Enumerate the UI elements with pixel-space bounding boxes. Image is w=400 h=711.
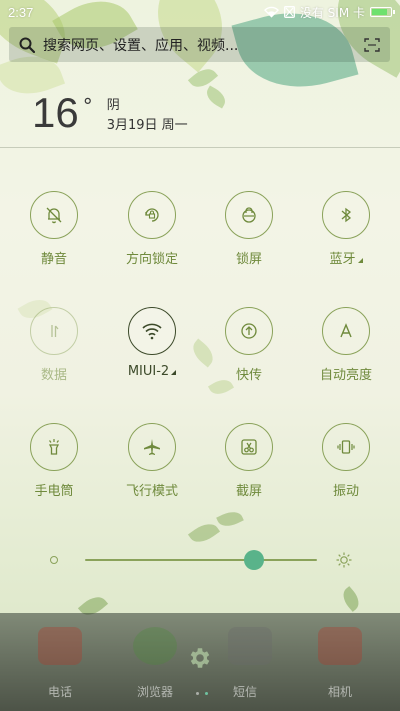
- upload-icon: [225, 307, 273, 355]
- toggle-quick-transfer[interactable]: 快传: [204, 307, 294, 383]
- toggle-flashlight[interactable]: 手电筒: [9, 423, 99, 499]
- dock-app-messages[interactable]: 短信: [200, 683, 290, 700]
- toggle-label: 飞行模式: [125, 484, 178, 499]
- vibrate-icon: [322, 423, 370, 471]
- toggle-screenshot[interactable]: 截屏: [204, 423, 294, 499]
- dock-app-browser[interactable]: 浏览器: [110, 683, 200, 700]
- toggle-silent[interactable]: 静音: [9, 191, 99, 267]
- browser-icon: [133, 627, 177, 665]
- toggle-label: 手电筒: [34, 484, 74, 499]
- toggle-label: 自动亮度: [319, 368, 372, 383]
- page-dot-active: [205, 692, 208, 695]
- sim-icon: [283, 6, 295, 18]
- screenshot-icon: [225, 423, 273, 471]
- expand-indicator-icon: [357, 258, 363, 263]
- toggle-label-text: MIUI-2: [127, 364, 170, 379]
- toggle-label: 方向锁定: [125, 252, 178, 267]
- camera-icon: [318, 627, 362, 665]
- toggle-label: 锁屏: [235, 252, 262, 267]
- toggle-bluetooth[interactable]: 蓝牙: [301, 191, 391, 267]
- temperature: 16: [32, 89, 79, 136]
- toggle-label: 数据: [40, 368, 67, 383]
- toggle-label-text: 蓝牙: [329, 252, 356, 267]
- wifi-icon: [128, 307, 176, 355]
- search-icon: [19, 37, 35, 53]
- brightness-high-icon: [336, 552, 352, 568]
- toggle-label: 静音: [40, 252, 67, 267]
- degree-symbol: °: [82, 94, 93, 118]
- page-indicator: [196, 692, 208, 695]
- messages-icon: [228, 627, 272, 665]
- toggle-wifi[interactable]: MIUI-2: [107, 307, 197, 379]
- status-bar: 2:37 没有 SIM 卡: [0, 0, 400, 24]
- search-input[interactable]: 搜索网页、设置、应用、视频...: [43, 35, 364, 55]
- toggle-label: 截屏: [235, 484, 262, 499]
- phone-icon: [38, 627, 82, 665]
- bell-off-icon: [30, 191, 78, 239]
- search-bar[interactable]: 搜索网页、设置、应用、视频...: [9, 27, 390, 62]
- battery-icon: [370, 7, 395, 17]
- wifi-icon: [263, 6, 279, 18]
- weather-date: 3月19日 周一: [106, 118, 188, 133]
- carrier-text: 没有 SIM 卡: [299, 5, 365, 20]
- toggle-label: 振动: [332, 484, 359, 499]
- expand-indicator-icon: [171, 370, 177, 375]
- flashlight-icon: [30, 423, 78, 471]
- header-divider: [0, 147, 400, 148]
- data-icon: [30, 307, 78, 355]
- brightness-thumb[interactable]: [244, 550, 265, 570]
- airplane-icon: [128, 423, 176, 471]
- dock-app-camera[interactable]: 相机: [295, 683, 385, 700]
- battery-fill: [372, 9, 388, 15]
- toggle-vibrate[interactable]: 振动: [301, 423, 391, 499]
- scan-icon[interactable]: [364, 37, 380, 52]
- toggle-rotation-lock[interactable]: 方向锁定: [107, 191, 197, 267]
- weather-condition: 阴: [106, 98, 120, 113]
- page-dot: [196, 692, 199, 695]
- weather-widget[interactable]: 16 ° 阴 3月19日 周一: [32, 92, 188, 136]
- status-time: 2:37: [8, 4, 34, 20]
- brightness-track[interactable]: [85, 559, 317, 561]
- bluetooth-icon: [322, 191, 370, 239]
- toggle-lock-screen[interactable]: 锁屏: [204, 191, 294, 267]
- brightness-low-icon: [50, 556, 58, 564]
- auto-brightness-icon: [322, 307, 370, 355]
- toggle-auto-brightness[interactable]: 自动亮度: [301, 307, 391, 383]
- rotation-lock-icon: [128, 191, 176, 239]
- dock-app-phone[interactable]: 电话: [15, 683, 105, 700]
- gear-icon[interactable]: [187, 645, 213, 671]
- toggle-mobile-data[interactable]: 数据: [9, 307, 99, 383]
- toggle-label: MIUI-2: [107, 364, 197, 379]
- lock-icon: [225, 191, 273, 239]
- brightness-slider[interactable]: [0, 548, 400, 572]
- toggle-label: 快传: [235, 368, 262, 383]
- toggle-label: 蓝牙: [301, 248, 391, 267]
- toggle-airplane-mode[interactable]: 飞行模式: [107, 423, 197, 499]
